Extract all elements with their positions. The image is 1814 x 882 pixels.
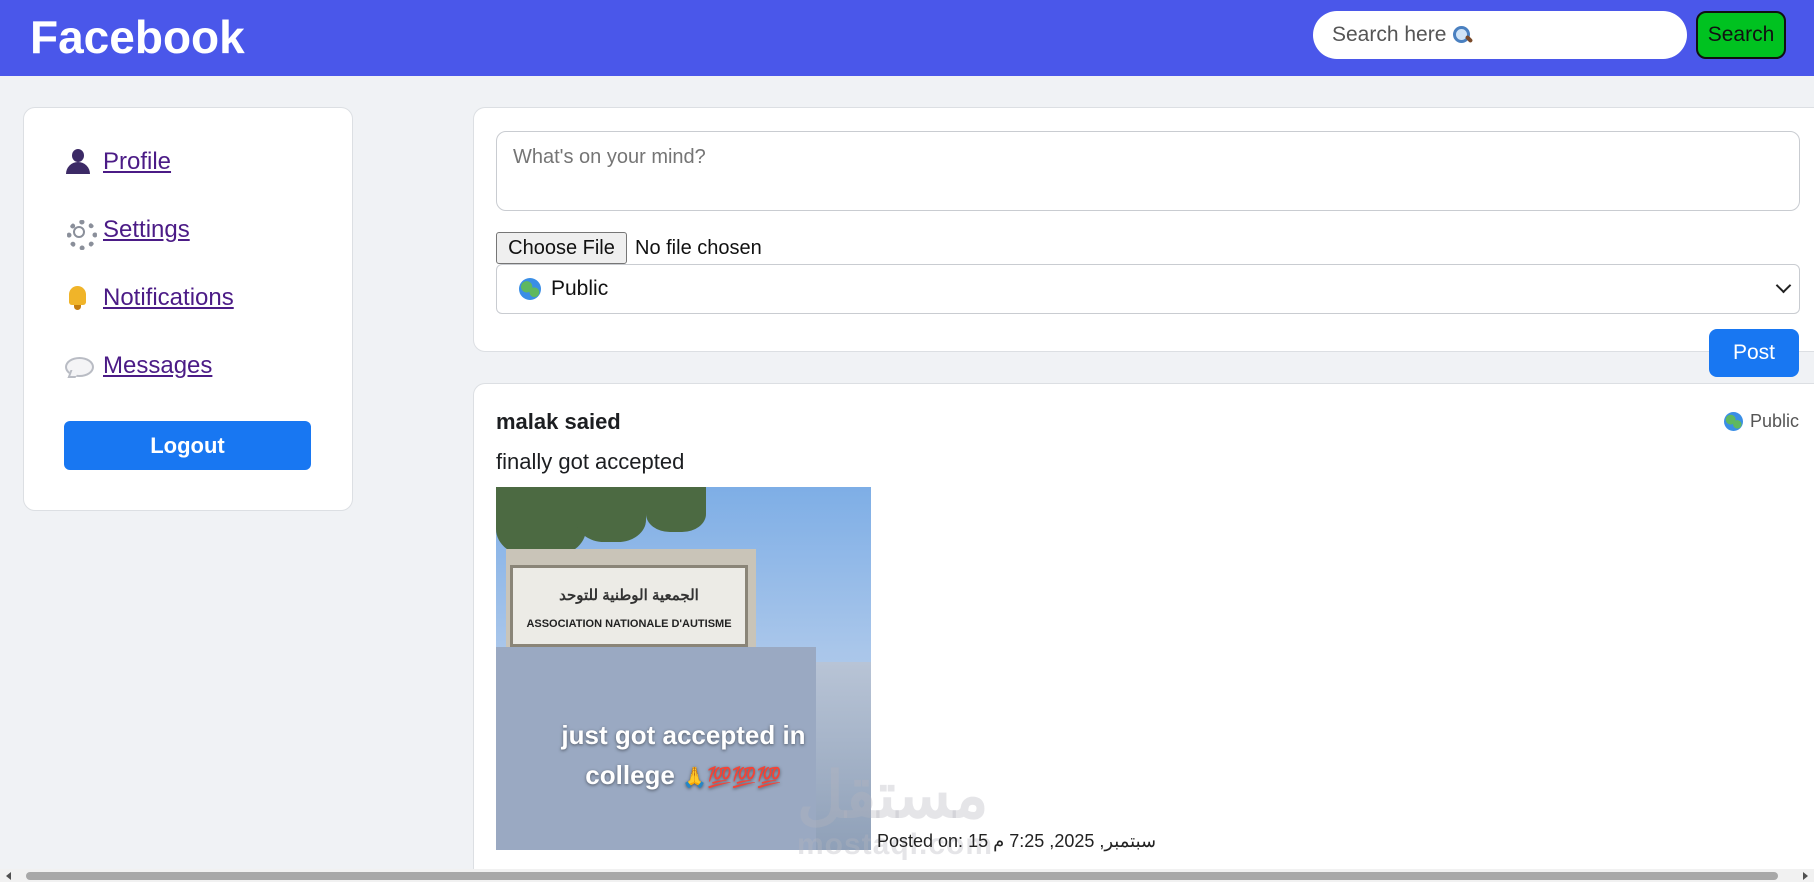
image-caption-line1: just got accepted in bbox=[561, 720, 806, 750]
watermark: مستقل mostaql.com bbox=[797, 763, 993, 870]
file-status-text: No file chosen bbox=[635, 237, 762, 259]
sidebar-item-messages[interactable]: Messages bbox=[64, 352, 212, 380]
logout-button[interactable]: Logout bbox=[64, 421, 311, 470]
user-icon bbox=[64, 149, 92, 175]
scroll-right-icon[interactable] bbox=[1803, 872, 1808, 880]
globe-icon bbox=[519, 278, 541, 300]
search-icon bbox=[1452, 25, 1472, 45]
caption-emoji: 🙏💯💯💯 bbox=[682, 767, 782, 789]
post-composer: Choose File No file chosen Public bbox=[473, 107, 1814, 352]
privacy-selected-value: Public bbox=[551, 277, 609, 300]
tree-shape bbox=[496, 487, 586, 557]
gear-icon bbox=[64, 217, 97, 250]
search-placeholder: Search here bbox=[1332, 23, 1447, 46]
post-visibility: Public bbox=[1723, 411, 1799, 432]
search-input[interactable]: Search here bbox=[1313, 11, 1687, 59]
globe-icon bbox=[1723, 412, 1743, 431]
horizontal-scrollbar[interactable] bbox=[0, 869, 1814, 882]
sign-arabic-text: الجمعية الوطنية للتوحد bbox=[559, 587, 699, 604]
post-visibility-label: Public bbox=[1749, 411, 1799, 431]
tree-shape bbox=[576, 487, 646, 542]
search-button[interactable]: Search bbox=[1696, 11, 1786, 59]
sidebar-item-profile[interactable]: Profile bbox=[64, 148, 171, 176]
chevron-down-icon bbox=[1775, 277, 1792, 294]
sidebar-item-label: Profile bbox=[103, 148, 172, 175]
sidebar-item-notifications[interactable]: Notifications bbox=[64, 284, 234, 312]
scrollbar-thumb[interactable] bbox=[26, 872, 1778, 880]
choose-file-button[interactable]: Choose File bbox=[496, 232, 627, 264]
post-card: malak saied Public finally got accepted … bbox=[473, 383, 1814, 882]
post-text-input[interactable] bbox=[496, 131, 1800, 211]
sidebar-item-label: Notifications bbox=[103, 284, 234, 311]
image-caption-line2: college bbox=[585, 760, 675, 790]
post-button[interactable]: Post bbox=[1709, 329, 1799, 377]
sidebar-item-settings[interactable]: Settings bbox=[64, 216, 190, 250]
association-sign: الجمعية الوطنية للتوحد ASSOCIATION NATIO… bbox=[510, 565, 748, 647]
scroll-left-icon[interactable] bbox=[6, 872, 11, 880]
bell-icon bbox=[64, 285, 92, 311]
speech-bubble-icon bbox=[64, 353, 94, 379]
privacy-select[interactable]: Public bbox=[496, 264, 1800, 314]
tree-shape bbox=[646, 487, 706, 532]
post-author[interactable]: malak saied bbox=[496, 409, 621, 435]
post-timestamp: Posted on: 15 سبتمبر, 2025, 7:25 م bbox=[877, 831, 1157, 851]
brand-logo[interactable]: Facebook bbox=[30, 10, 245, 64]
top-navbar: Facebook Search here Search bbox=[0, 0, 1814, 76]
sidebar: Profile Settings Notifications Messages … bbox=[23, 107, 353, 511]
sidebar-item-label: Messages bbox=[103, 352, 213, 379]
post-text: finally got accepted bbox=[496, 449, 685, 474]
sidebar-item-label: Settings bbox=[103, 216, 190, 243]
sign-english-text: ASSOCIATION NATIONALE D'AUTISME bbox=[526, 618, 732, 630]
